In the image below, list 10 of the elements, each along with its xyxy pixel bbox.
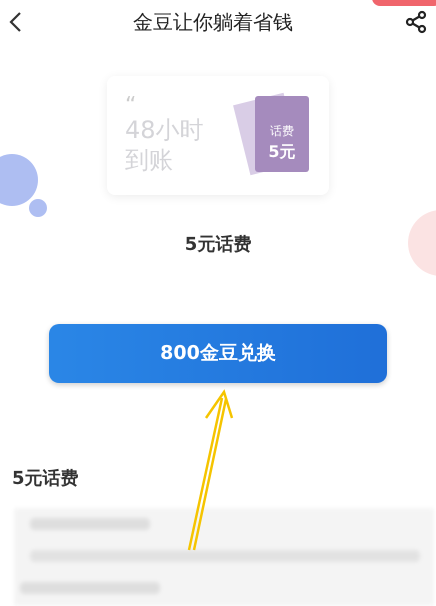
share-icon[interactable] [404,10,428,34]
quote-mark: “ [125,96,138,114]
decor-circle-drawing [408,210,436,276]
exchange-button[interactable]: 800金豆兑换 [49,324,387,383]
product-name: 5元话费 [184,233,252,257]
ticket-amount: 5元 [268,140,296,162]
details-title: 5元话费 [12,468,79,489]
back-icon[interactable] [8,11,22,33]
page-title: 金豆让你躺着省钱 [133,9,293,36]
ticket-label: 话费 [270,122,294,140]
